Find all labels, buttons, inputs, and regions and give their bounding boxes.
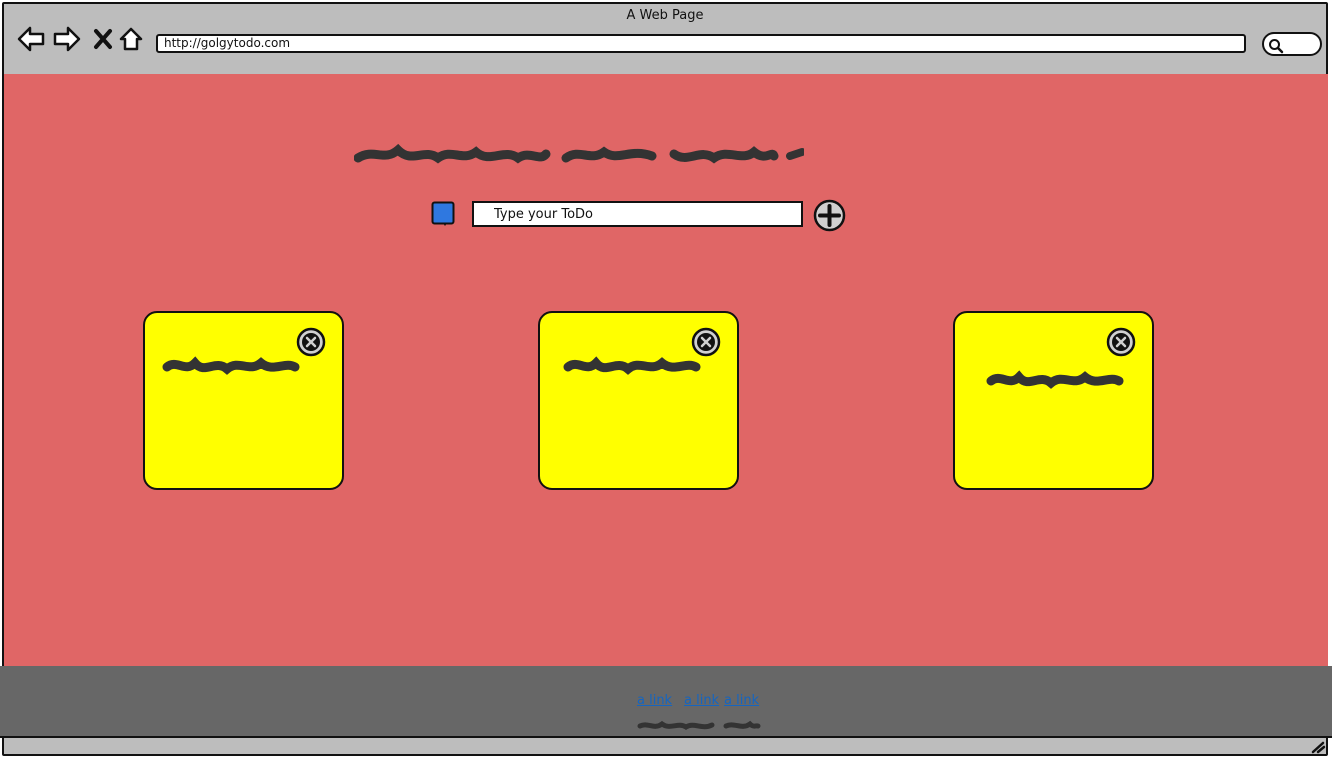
back-arrow-icon[interactable] — [16, 24, 46, 54]
todo-note — [143, 311, 344, 490]
address-bar[interactable]: http://golgytodo.com — [156, 34, 1246, 53]
todo-note — [538, 311, 739, 490]
todo-input[interactable] — [472, 201, 803, 227]
close-x-icon[interactable] — [88, 24, 118, 54]
status-bar-divider — [0, 736, 1332, 738]
add-todo-button[interactable] — [813, 199, 846, 232]
page-heading-placeholder — [354, 143, 804, 164]
footer-link[interactable]: a link — [684, 693, 719, 708]
todo-note — [953, 311, 1154, 490]
note-text-placeholder — [986, 370, 1124, 389]
note-text-placeholder — [162, 356, 300, 375]
footer-text-placeholder — [637, 720, 761, 730]
footer-link[interactable]: a link — [637, 693, 672, 708]
search-icon — [1269, 39, 1284, 54]
search-field[interactable] — [1262, 32, 1322, 56]
home-icon[interactable] — [116, 24, 146, 54]
note-icon — [431, 201, 455, 226]
footer-link[interactable]: a link — [724, 693, 759, 708]
page-footer: a link a link a link — [0, 666, 1332, 736]
close-circle-icon[interactable] — [1106, 327, 1136, 357]
resize-grip-icon[interactable] — [1310, 740, 1326, 754]
note-text-placeholder — [563, 356, 701, 375]
window-title: A Web Page — [626, 8, 704, 23]
forward-arrow-icon[interactable] — [52, 24, 82, 54]
